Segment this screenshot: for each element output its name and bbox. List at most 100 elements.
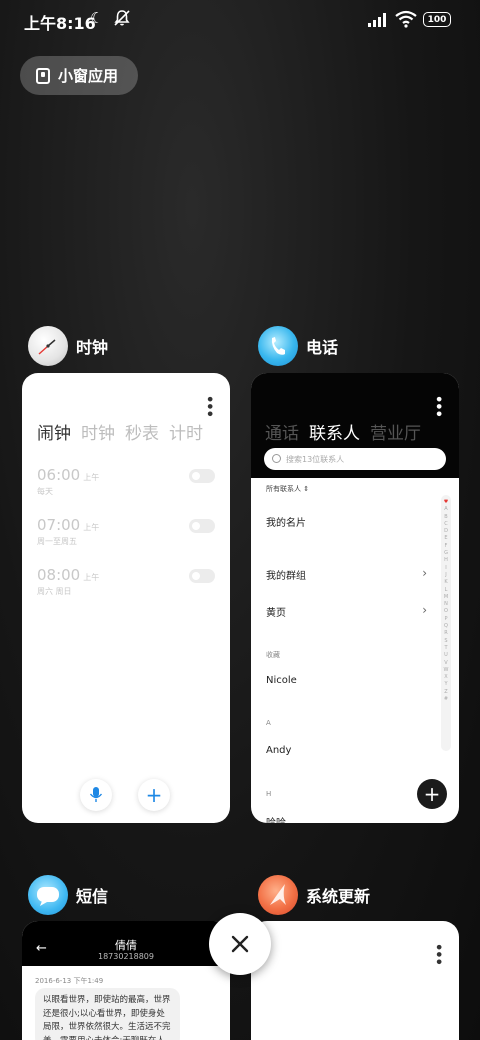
alphabet-index-letter[interactable]: G (444, 550, 448, 556)
alphabet-index-letter[interactable]: P (444, 616, 447, 622)
alphabet-index-letter[interactable]: A (444, 506, 447, 512)
alphabet-index-letter[interactable]: U (444, 652, 448, 658)
phone-app-header[interactable]: 电话 (258, 326, 338, 366)
alphabet-index-letter[interactable]: H (444, 557, 448, 563)
contact-item[interactable]: Nicole (266, 675, 297, 686)
favorites-header: 收藏 (266, 651, 280, 659)
alphabet-index-letter[interactable]: S (444, 638, 447, 644)
more-menu-icon[interactable]: ••• (430, 943, 445, 965)
alarm-toggle[interactable] (189, 519, 215, 533)
alphabet-index-scrollbar[interactable]: ♥ A B C D E F G H I J K L M N O P Q R S T U V W X Y Z # (441, 495, 451, 751)
alarm-ampm: 上午 (83, 473, 100, 482)
update-app-header[interactable]: 系统更新 (258, 875, 370, 915)
system-update-app-card[interactable]: ••• (251, 921, 459, 1040)
sms-app-header[interactable]: 短信 (28, 875, 108, 915)
clock-app-header[interactable]: 时钟 (28, 326, 108, 366)
alphabet-index-letter[interactable]: I (445, 565, 446, 571)
my-card-item[interactable]: 我的名片 (266, 514, 306, 529)
alphabet-index-letter[interactable]: M (444, 594, 448, 600)
conversation-contact-name: 倩倩 (115, 939, 137, 952)
do-not-disturb-icon: ☾ (90, 9, 104, 27)
alphabet-index-letter[interactable]: Z (444, 689, 447, 695)
plus-icon: + (423, 782, 441, 806)
tab-contacts[interactable]: 联系人 (309, 419, 360, 444)
search-placeholder: 搜索13位联系人 (286, 454, 345, 464)
battery-indicator: 100 (423, 12, 451, 27)
clock-app-card[interactable]: ••• 闹钟 时钟 秒表 计时 06:00 上午 每天 07:00 上午 周一至周五… (22, 373, 230, 823)
chevron-right-icon: › (422, 566, 427, 580)
alarm-time: 07:00 (37, 516, 81, 534)
alphabet-index-letter[interactable]: D (444, 528, 448, 534)
more-menu-icon[interactable]: ••• (430, 395, 445, 417)
section-header: H (266, 790, 272, 798)
phone-app-title: 电话 (306, 338, 339, 357)
voice-alarm-button[interactable] (80, 779, 112, 811)
contact-search-input[interactable]: 搜索13位联系人 (264, 448, 446, 470)
alarm-time: 08:00 (37, 566, 81, 584)
alphabet-index-letter[interactable]: B (444, 514, 447, 520)
alarm-toggle[interactable] (189, 469, 215, 483)
alphabet-index-letter[interactable]: ♥ (444, 499, 448, 505)
close-icon (231, 935, 249, 953)
alarm-row[interactable]: 07:00 上午 周一至周五 (37, 515, 215, 555)
message-bubble: 以眼看世界，即使站的最高，世界还是很小;以心看世界，即使身处局限，世界依然很大。… (35, 988, 180, 1040)
alphabet-index-letter[interactable]: # (444, 696, 448, 702)
alphabet-index-letter[interactable]: X (444, 674, 447, 680)
alphabet-index-letter[interactable]: C (444, 521, 448, 527)
chevron-right-icon: › (422, 603, 427, 617)
alphabet-index-letter[interactable]: V (444, 660, 447, 666)
alarm-repeat: 周六 周日 (37, 587, 72, 596)
alphabet-index-letter[interactable]: N (444, 601, 448, 607)
alphabet-index-letter[interactable]: R (444, 630, 447, 636)
alarm-ampm: 上午 (83, 523, 100, 532)
contact-item[interactable]: 哈哈 (266, 814, 286, 823)
phone-app-icon (258, 326, 298, 366)
sms-app-card[interactable]: ← 倩倩 18730218809 2016-6-13 下午1:49 以眼看世界，… (22, 921, 230, 1040)
phone-tabs: 通话 联系人 营业厅 (265, 419, 421, 444)
alphabet-index-letter[interactable]: E (444, 535, 447, 541)
add-contact-button[interactable]: + (417, 779, 447, 809)
clock-tabs: 闹钟 时钟 秒表 计时 (37, 419, 203, 444)
alarm-row[interactable]: 08:00 上午 周六 周日 (37, 565, 215, 605)
alphabet-index-letter[interactable]: O (444, 608, 448, 614)
muted-bell-icon (112, 8, 132, 28)
alphabet-index-letter[interactable]: Q (444, 623, 448, 629)
add-alarm-button[interactable]: + (138, 779, 170, 811)
floating-window-icon (36, 67, 50, 84)
clock-app-icon (28, 326, 68, 366)
alphabet-index-letter[interactable]: T (444, 645, 447, 651)
sms-app-title: 短信 (76, 887, 109, 906)
tab-calls[interactable]: 通话 (265, 419, 299, 444)
alphabet-index-letter[interactable]: J (445, 572, 446, 578)
tab-timer[interactable]: 计时 (169, 419, 203, 444)
phone-app-card[interactable]: ••• 通话 联系人 营业厅 搜索13位联系人 所有联系人 ⇕ 我的名片 我的群… (251, 373, 459, 823)
more-menu-icon[interactable]: ••• (201, 395, 216, 417)
plus-icon: + (145, 783, 163, 807)
clock-app-title: 时钟 (76, 338, 109, 357)
tab-clock[interactable]: 时钟 (81, 419, 115, 444)
tab-service-hall[interactable]: 营业厅 (370, 419, 421, 444)
yellow-pages-item[interactable]: 黄页 (266, 604, 286, 619)
alarm-time: 06:00 (37, 466, 81, 484)
alphabet-index-letter[interactable]: Y (444, 681, 447, 687)
tab-alarm[interactable]: 闹钟 (37, 419, 71, 444)
alphabet-index-letter[interactable]: L (445, 587, 448, 593)
alarm-repeat: 每天 (37, 487, 53, 496)
search-icon (272, 454, 281, 463)
my-groups-item[interactable]: 我的群组 (266, 567, 306, 582)
system-update-app-icon (258, 875, 298, 915)
tab-stopwatch[interactable]: 秒表 (125, 419, 159, 444)
message-timestamp: 2016-6-13 下午1:49 (35, 977, 104, 985)
wifi-icon (395, 10, 417, 28)
alarm-toggle[interactable] (189, 569, 215, 583)
alarm-row[interactable]: 06:00 上午 每天 (37, 465, 215, 505)
floating-window-apps-button[interactable]: 小窗应用 (20, 56, 138, 95)
alphabet-index-letter[interactable]: W (444, 667, 449, 673)
sms-app-icon (28, 875, 68, 915)
clear-all-button[interactable] (209, 913, 271, 975)
update-app-title: 系统更新 (306, 887, 371, 906)
alphabet-index-letter[interactable]: F (445, 543, 448, 549)
contact-item[interactable]: Andy (266, 745, 291, 756)
alphabet-index-letter[interactable]: K (444, 579, 447, 585)
contacts-filter[interactable]: 所有联系人 ⇕ (266, 484, 309, 494)
